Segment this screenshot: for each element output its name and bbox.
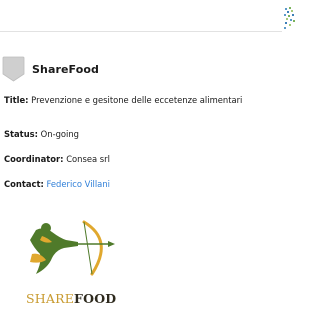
coordinator-row: Coordinator: Consea srl [4,154,274,164]
status-row: Status: On-going [4,129,274,139]
sharefood-logo-image [30,220,115,276]
map-thumbnail-icon[interactable] [282,6,296,30]
title-value: Prevenzione e gesitone delle eccetenze a… [31,95,243,105]
contact-link[interactable]: Federico Villani [47,179,110,189]
coordinator-value: Consea srl [66,154,110,164]
coordinator-label: Coordinator: [4,154,64,164]
title-row: Title: Prevenzione e gesitone delle ecce… [4,95,274,105]
contact-row: Contact: Federico Villani [4,179,274,189]
title-label: Title: [4,95,29,105]
sharefood-logo-text: SHAREFOOD [26,291,116,306]
map-marker-icon [2,56,25,82]
status-label: Status: [4,129,38,139]
top-divider [0,31,282,32]
contact-label: Contact: [4,179,44,189]
logo-text-share: SHARE [26,291,75,306]
logo-text-food: FOOD [74,291,117,306]
card-title: ShareFood [32,62,100,76]
status-value: On-going [40,129,79,139]
card-header: ShareFood [2,56,99,82]
